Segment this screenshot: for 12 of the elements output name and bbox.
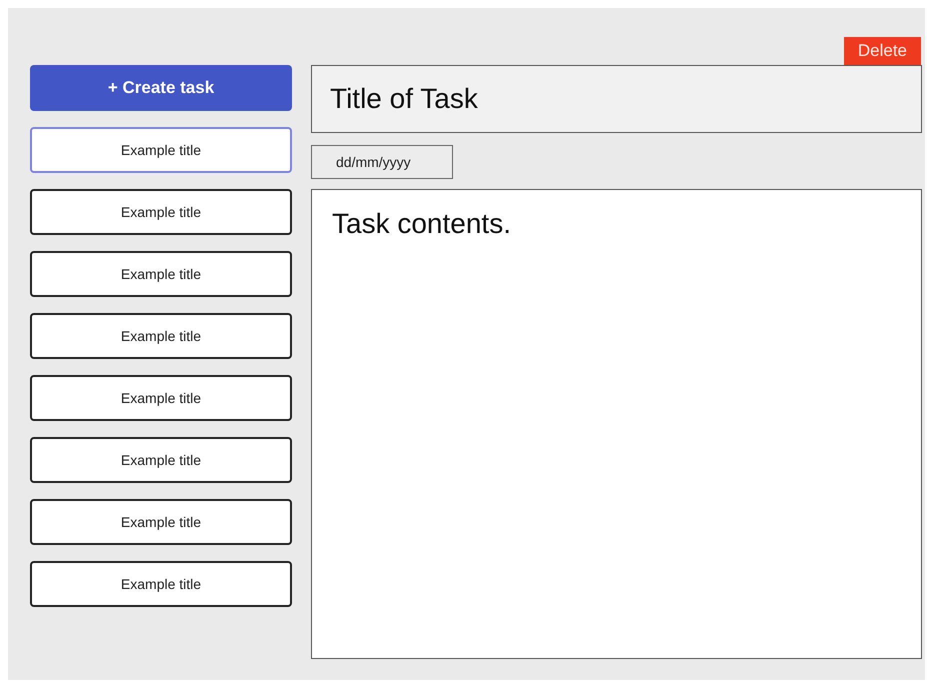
- task-item[interactable]: Example title: [30, 189, 292, 235]
- task-item[interactable]: Example title: [30, 251, 292, 297]
- task-item[interactable]: Example title: [30, 561, 292, 607]
- contents-field[interactable]: Task contents.: [311, 189, 922, 659]
- title-field[interactable]: Title of Task: [311, 65, 922, 133]
- task-item[interactable]: Example title: [30, 437, 292, 483]
- create-task-button[interactable]: + Create task: [30, 65, 292, 111]
- task-item[interactable]: Example title: [30, 499, 292, 545]
- task-item[interactable]: Example title: [30, 375, 292, 421]
- date-field[interactable]: dd/mm/yyyy: [311, 145, 453, 179]
- task-item[interactable]: Example title: [30, 127, 292, 173]
- task-item[interactable]: Example title: [30, 313, 292, 359]
